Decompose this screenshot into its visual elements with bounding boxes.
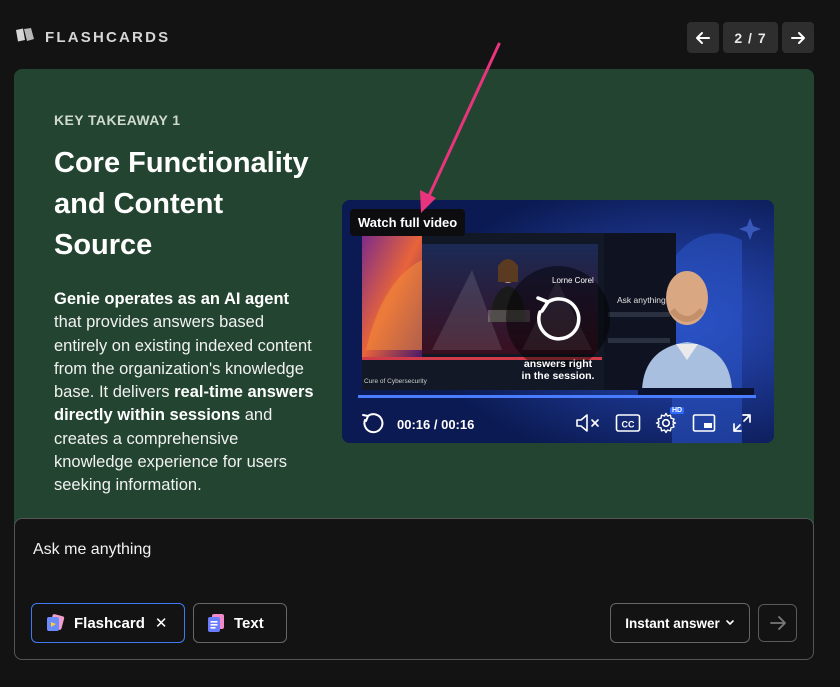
mute-button[interactable] — [572, 407, 604, 439]
video-progress-bar[interactable] — [358, 395, 756, 398]
flashcard-chip[interactable]: Flashcard ✕ — [31, 603, 185, 643]
text-chip-label: Text — [234, 614, 264, 632]
arrow-left-icon — [696, 31, 710, 44]
arrow-right-icon — [791, 31, 805, 44]
card-kicker: KEY TAKEAWAY 1 — [54, 112, 181, 128]
settings-icon — [655, 412, 677, 434]
slide-panel-title: Ask anything — [617, 295, 666, 305]
fullscreen-icon — [733, 414, 751, 432]
text-chip[interactable]: Text — [193, 603, 287, 643]
answer-mode-label: Instant answer — [625, 615, 720, 631]
send-button[interactable] — [758, 604, 797, 642]
card-title: Core Functionality and Content Source — [54, 147, 309, 261]
video-time: 00:16 / 00:16 — [397, 417, 475, 432]
ask-input-placeholder[interactable]: Ask me anything — [33, 541, 151, 559]
brand: FLASHCARDS — [14, 27, 170, 48]
video-controls: 00:16 / 00:16 CC HD — [342, 407, 774, 443]
next-card-button[interactable] — [782, 22, 814, 53]
chevron-down-icon — [725, 620, 734, 625]
flashcards-logo-icon — [14, 27, 36, 48]
flashcard-icon — [47, 614, 65, 631]
svg-text:CC: CC — [622, 420, 635, 430]
previous-card-button[interactable] — [687, 22, 719, 53]
video-progress-fill — [358, 395, 756, 398]
body-bold-1: Genie operates as an AI agent — [54, 290, 290, 308]
miniplayer-icon — [692, 414, 716, 432]
slide-footer-text: Cure of Cybersecurity — [364, 378, 428, 385]
page-indicator: 2 / 7 — [723, 22, 778, 53]
slide-speaker-name: Lorne Corel — [552, 276, 594, 285]
video-caption: answers right in the session. — [518, 358, 598, 382]
video-player[interactable]: Lorne Corel Ask anything Cure of Cyberse… — [342, 200, 774, 443]
mute-icon — [576, 414, 599, 432]
caption-line-2: in the session. — [521, 370, 595, 382]
flashcard: KEY TAKEAWAY 1 Core Functionality and Co… — [14, 69, 814, 539]
caption-line-1: answers right — [523, 358, 593, 370]
captions-button[interactable]: CC — [612, 407, 644, 439]
replay-icon — [362, 413, 384, 434]
fullscreen-button[interactable] — [726, 407, 758, 439]
watch-full-video-button[interactable]: Watch full video — [350, 209, 466, 236]
miniplayer-button[interactable] — [688, 407, 720, 439]
flashcard-chip-label: Flashcard — [74, 614, 145, 632]
header: FLASHCARDS 2 / 7 — [14, 22, 814, 54]
replay-button[interactable] — [356, 407, 388, 439]
hd-badge: HD — [670, 407, 685, 414]
cc-icon: CC — [615, 414, 641, 432]
answer-mode-dropdown[interactable]: Instant answer — [610, 603, 750, 643]
remove-flashcard-chip-button[interactable]: ✕ — [155, 614, 168, 632]
text-doc-icon — [208, 614, 224, 632]
card-body: Genie operates as an AI agent that provi… — [54, 288, 316, 498]
composer: Ask me anything Flashcard ✕ Text Instant… — [14, 518, 814, 660]
pager: 2 / 7 — [687, 22, 814, 53]
brand-title: FLASHCARDS — [45, 29, 171, 46]
arrow-right-icon — [769, 616, 786, 630]
